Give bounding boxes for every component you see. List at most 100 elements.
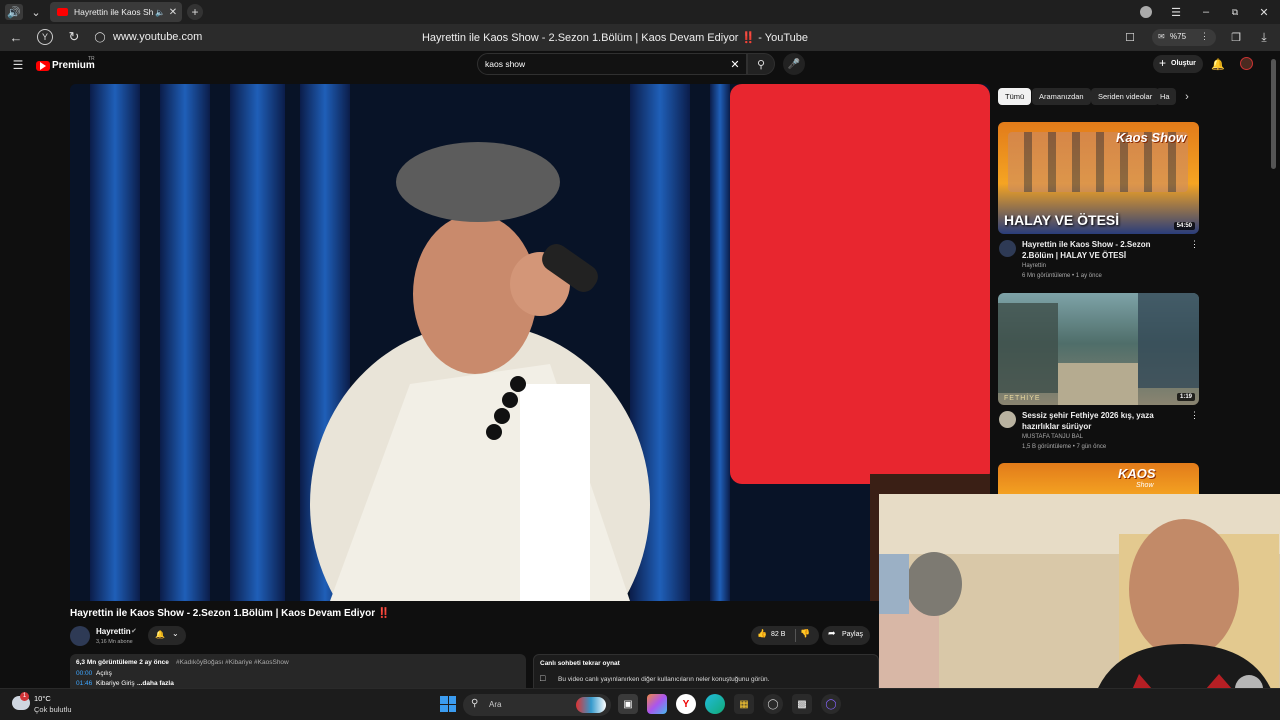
browser-tab-active[interactable]: Hayrettin ile Kaos Sh 🔈 ✕ xyxy=(50,2,182,22)
thumb-brand-1: Kaos Show xyxy=(1116,130,1187,145)
tab-audio-icon[interactable]: 🔈 xyxy=(154,5,166,19)
related-more-icon-1[interactable]: ⋮ xyxy=(1190,239,1199,250)
collections-icon[interactable]: ❐ xyxy=(1228,29,1244,45)
tab-list-chevron-icon[interactable]: ⌄ xyxy=(28,4,44,20)
webcam-overlay xyxy=(879,494,1280,688)
restore-icon[interactable]: ⧉ xyxy=(1227,4,1243,20)
bookmark-icon[interactable]: ☐ xyxy=(1123,29,1137,45)
chip-from-search-label: Aramanızdan xyxy=(1039,92,1084,101)
related-channel-2[interactable]: MUSTAFA TANJU BAL xyxy=(1022,434,1083,440)
url-text[interactable]: www.youtube.com xyxy=(113,31,202,43)
like-dislike-group: 👍 82 B 👎 xyxy=(751,626,819,645)
speaker-icon[interactable]: 🔊 xyxy=(5,4,23,20)
chip-all-label: Tümü xyxy=(1005,92,1025,101)
store-icon[interactable]: ▦ xyxy=(734,694,754,714)
chevron-right-icon[interactable]: › xyxy=(1180,89,1194,104)
thumbs-down-icon[interactable]: 👎 xyxy=(800,629,810,638)
share-label: Paylaş xyxy=(842,631,864,638)
github-desktop-icon[interactable]: ◯ xyxy=(763,694,783,714)
search-icon[interactable]: ⚲ xyxy=(747,53,775,75)
site-shield-icon: ◯ xyxy=(94,31,106,43)
browser-tab-bar: 🔊 ⌄ Hayrettin ile Kaos Sh 🔈 ✕ + ☰ – ⧉ ✕ xyxy=(0,0,1280,24)
related-channel-1[interactable]: Hayrettin xyxy=(1022,263,1046,269)
logo-region: TR xyxy=(88,56,95,62)
yandex-browser-icon[interactable]: Y xyxy=(676,694,696,714)
subscribed-button[interactable]: 🔔 ⌄ xyxy=(148,626,186,645)
tab-title: Hayrettin ile Kaos Sh xyxy=(74,7,154,17)
create-button[interactable]: + Oluştur xyxy=(1153,55,1203,73)
related-channel-avatar-1[interactable] xyxy=(999,240,1016,257)
zoom-level: %75 xyxy=(1170,32,1187,41)
chip-all[interactable]: Tümü xyxy=(998,88,1032,105)
related-meta-2: 1,5 B görüntüleme • 7 gün önce xyxy=(1022,444,1107,450)
taskbar-search-icon: ⚲ xyxy=(471,698,479,709)
assistant-icon[interactable]: ◯ xyxy=(821,694,841,714)
mic-icon[interactable]: 🎤 xyxy=(783,53,805,75)
profile-avatar[interactable] xyxy=(1140,6,1152,18)
create-label: Oluştur xyxy=(1171,60,1196,67)
share-button[interactable]: ➦ Paylaş xyxy=(822,626,870,645)
chip-partial[interactable]: Ha xyxy=(1156,88,1176,105)
more-vert-icon: ⋮ xyxy=(1200,31,1209,41)
back-icon[interactable]: ← xyxy=(8,29,24,45)
download-icon[interactable]: ⤓ xyxy=(1256,29,1272,45)
yandex-icon[interactable]: Y xyxy=(37,29,53,45)
chip-series-label: Seriden videolar xyxy=(1098,92,1153,101)
thumb-caption-1: HALAY VE ÖTESİ xyxy=(1004,212,1120,228)
minimize-icon[interactable]: – xyxy=(1198,4,1214,20)
windows-taskbar: 1 10°C Çok bulutlu ⚲ Ara ▣ Y ▦ ◯ ▩ ◯ xyxy=(0,688,1280,720)
chapter-label-1: Açılış xyxy=(96,670,112,677)
thumb-brand-3: KAOS xyxy=(1118,466,1156,481)
related-video-thumb-3[interactable]: KAOS Show xyxy=(998,463,1199,497)
menu-icon[interactable]: ☰ xyxy=(1168,4,1184,20)
close-window-icon[interactable]: ✕ xyxy=(1256,4,1272,20)
related-channel-avatar-2[interactable] xyxy=(999,411,1016,428)
scrollbar[interactable] xyxy=(1271,59,1276,169)
thumb-sub-3: Show xyxy=(1136,482,1154,489)
new-tab-icon[interactable]: + xyxy=(187,4,203,20)
taskbar-search[interactable]: ⚲ Ara xyxy=(463,694,611,716)
youtube-logo[interactable]: Premium TR xyxy=(36,56,96,73)
video-player[interactable] xyxy=(70,84,990,601)
chapter-time-2[interactable]: 01:46 xyxy=(76,680,92,687)
hamburger-icon[interactable]: ☰ xyxy=(10,57,26,73)
chip-partial-label: Ha xyxy=(1160,92,1170,101)
tab-close-icon[interactable]: ✕ xyxy=(167,5,179,19)
chip-series[interactable]: Seriden videolar xyxy=(1091,88,1160,105)
show-more-link[interactable]: ...daha fazla xyxy=(137,680,174,687)
channel-avatar[interactable] xyxy=(70,626,90,646)
chapter-time-1[interactable]: 00:00 xyxy=(76,670,92,677)
start-button-icon[interactable] xyxy=(440,696,456,712)
related-more-icon-2[interactable]: ⋮ xyxy=(1190,410,1199,421)
bell-icon[interactable]: 🔔 xyxy=(1210,56,1226,72)
edge-icon[interactable] xyxy=(705,694,725,714)
obs-icon[interactable]: ▩ xyxy=(792,694,812,714)
webcam-frame xyxy=(879,494,1280,688)
search-input[interactable]: kaos show xyxy=(485,59,525,69)
like-button[interactable]: 👍 82 B xyxy=(755,629,793,642)
like-count: 82 B xyxy=(771,631,786,638)
copilot-icon[interactable] xyxy=(647,694,667,714)
thumbs-up-icon: 👍 xyxy=(757,629,767,638)
zoom-pill[interactable]: ✉ %75 ⋮ xyxy=(1152,29,1216,46)
task-view-icon[interactable]: ▣ xyxy=(618,694,638,714)
related-meta-1: 6 Mn görüntüleme • 1 ay önce xyxy=(1022,273,1102,279)
related-video-thumb-2[interactable]: FETHİYE 1:19 xyxy=(998,293,1199,405)
related-video-title-2[interactable]: Sessiz şehir Fethiye 2026 kış, yaza hazı… xyxy=(1022,410,1187,432)
clear-search-icon[interactable]: ✕ xyxy=(728,57,742,71)
youtube-page: ☰ Premium TR kaos show ✕ ⚲ 🎤 + Oluştur 🔔 xyxy=(0,51,1280,694)
bell-subscribe-icon: 🔔 xyxy=(155,630,165,639)
account-avatar[interactable] xyxy=(1240,57,1253,70)
reload-icon[interactable]: ↻ xyxy=(66,29,82,45)
chat-replay-title: Canlı sohbeti tekrar oynat xyxy=(540,660,620,667)
related-video-title-1[interactable]: Hayrettin ile Kaos Show - 2.Sezon 2.Bölü… xyxy=(1022,239,1184,261)
chip-from-search[interactable]: Aramanızdan xyxy=(1032,88,1091,105)
video-title: Hayrettin ile Kaos Show - 2.Sezon 1.Bölü… xyxy=(70,608,390,619)
weather-badge: 1 xyxy=(20,692,29,701)
description-tags[interactable]: #KadıköyBoğası #Kibariye #KaosShow xyxy=(176,659,289,666)
search-box[interactable]: kaos show ✕ xyxy=(477,53,747,75)
related-video-thumb-1[interactable]: Kaos Show HALAY VE ÖTESİ 54:50 xyxy=(998,122,1199,234)
thumb-caption-2: FETHİYE xyxy=(1004,395,1041,402)
description-views: 6,3 Mn görüntüleme 2 ay önce xyxy=(76,659,169,666)
channel-name[interactable]: Hayrettin xyxy=(96,627,131,636)
